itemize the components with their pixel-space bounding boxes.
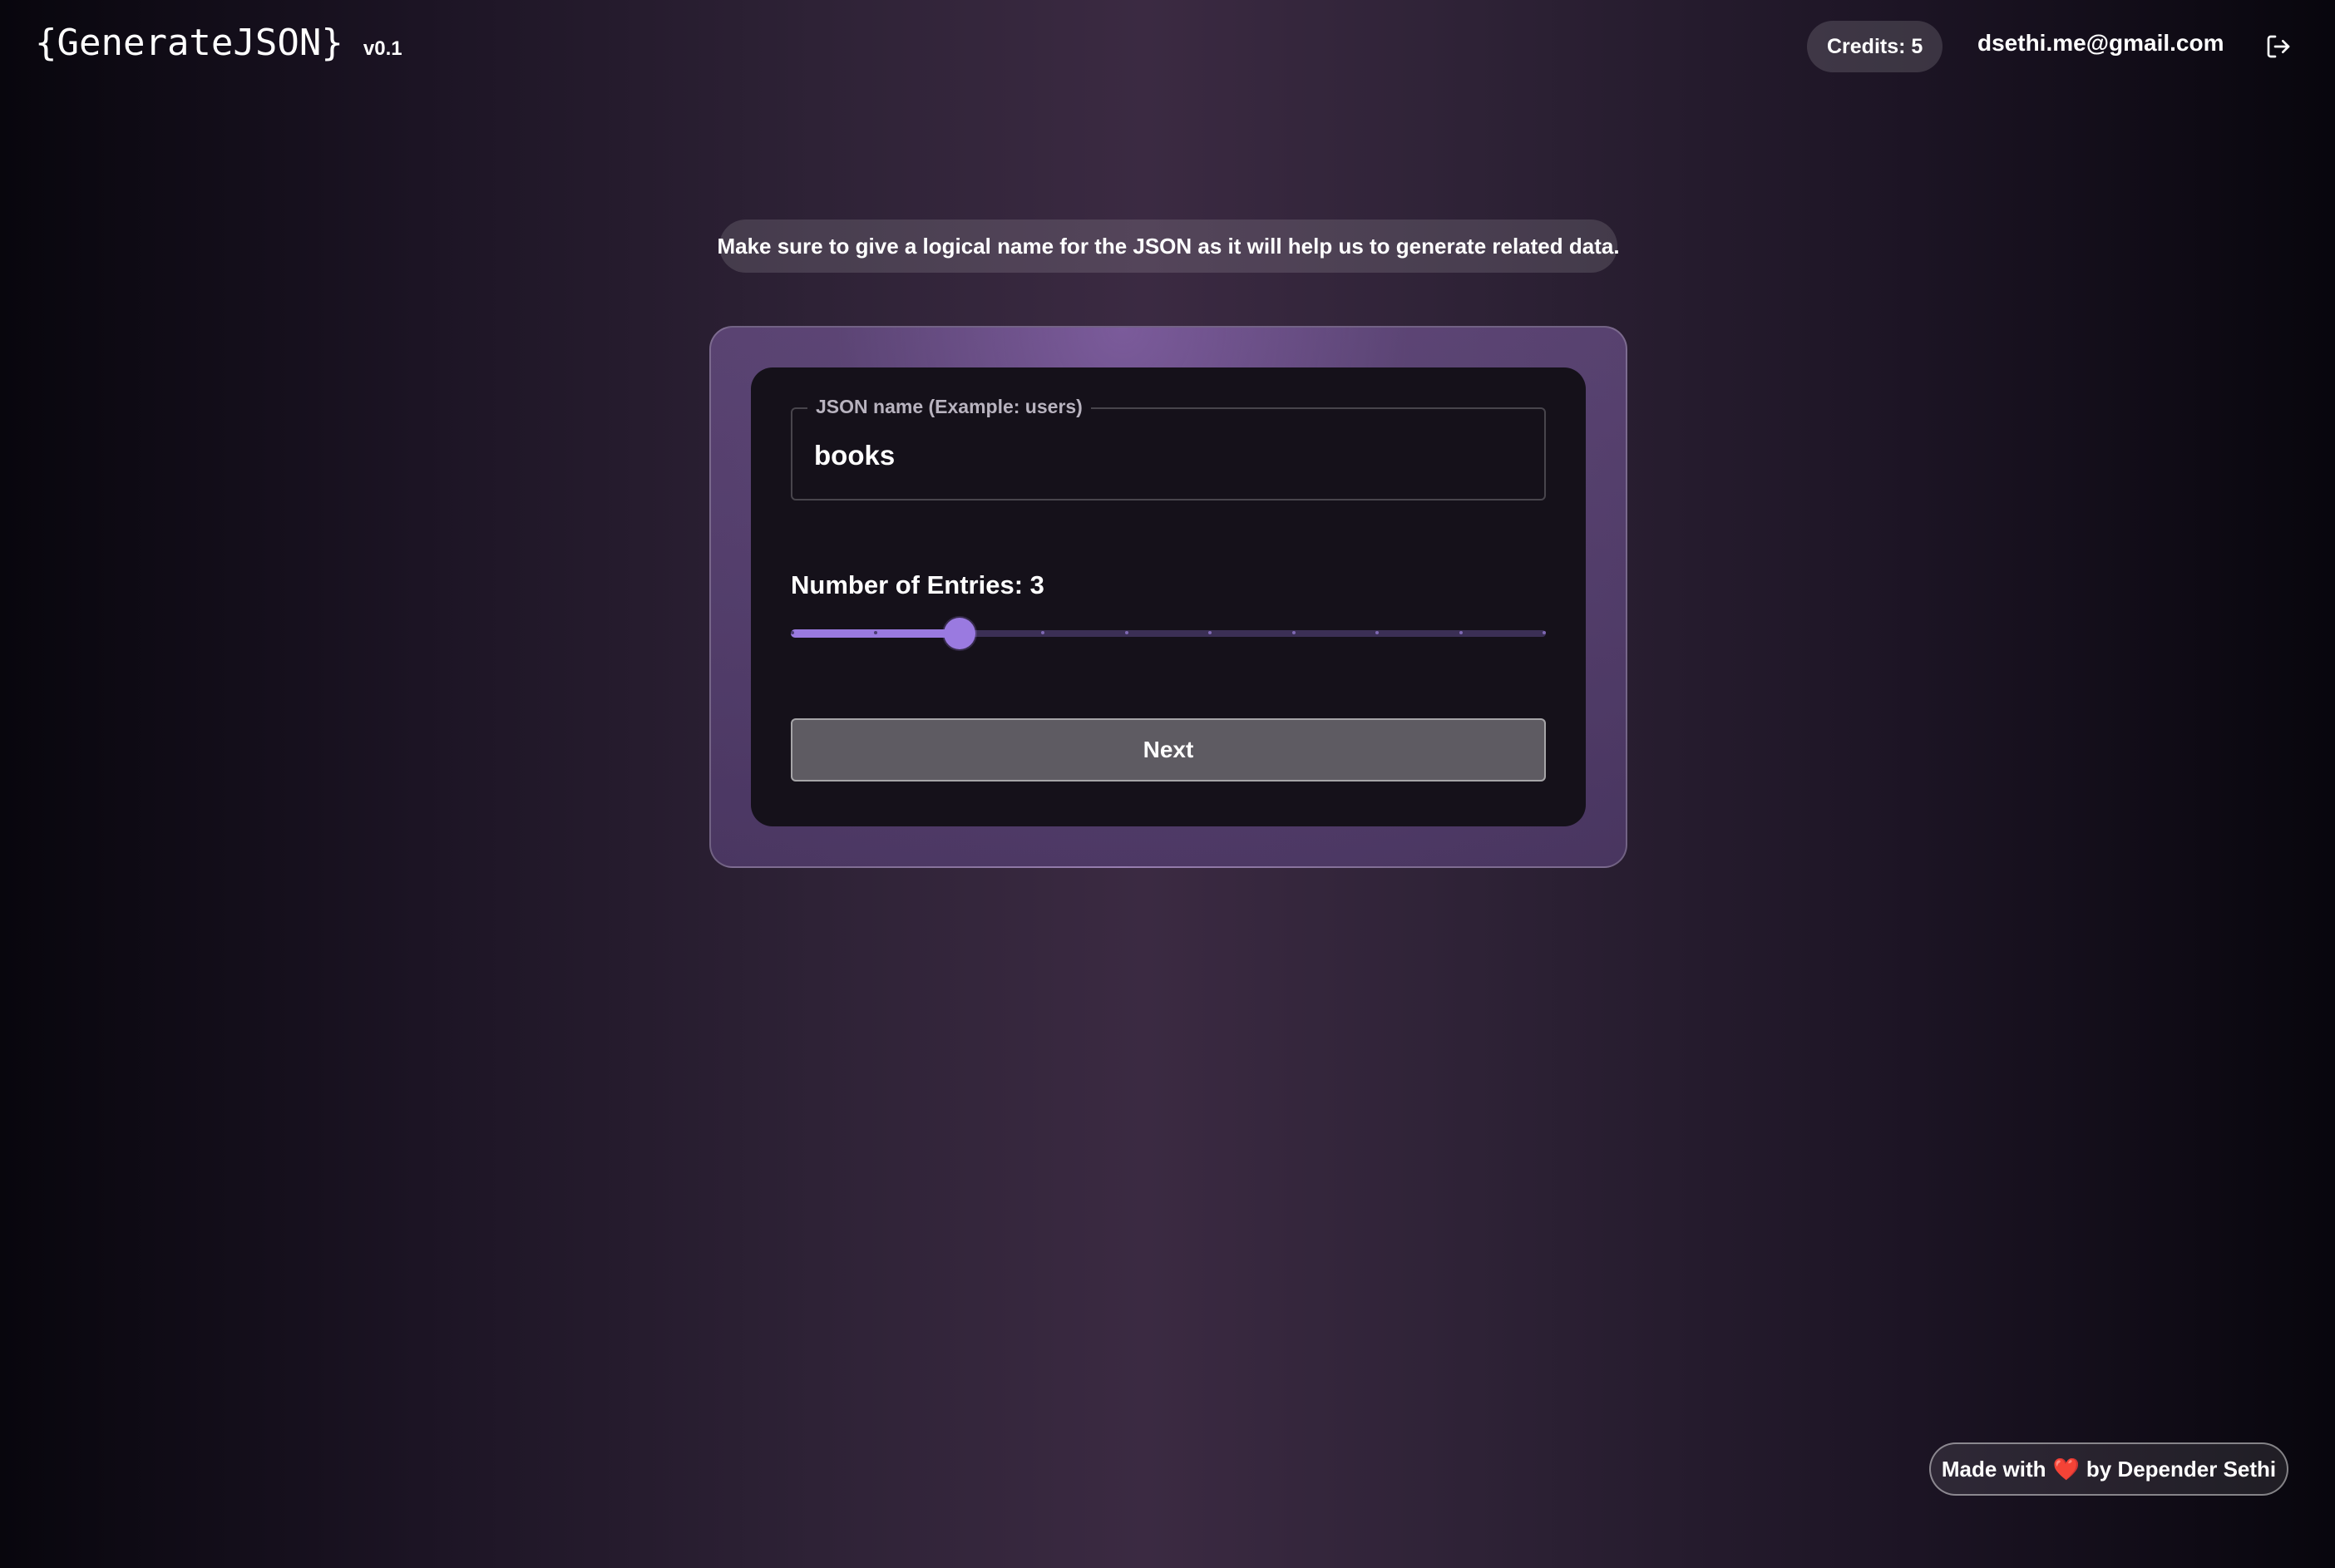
json-name-field[interactable]: JSON name (Example: users) <box>791 396 1546 500</box>
entries-slider[interactable] <box>791 617 1546 650</box>
user-email: dsethi.me@gmail.com <box>1977 30 2224 56</box>
slider-mark <box>1291 631 1296 634</box>
made-with-prefix: Made with <box>1941 1456 2046 1482</box>
made-with-badge[interactable]: Made with ❤️ by Depender Sethi <box>1929 1442 2288 1496</box>
made-with-suffix: by Depender Sethi <box>2086 1456 2277 1482</box>
form-panel: JSON name (Example: users) Number of Ent… <box>751 367 1586 826</box>
slider-thumb[interactable] <box>943 618 975 649</box>
brand: {GenerateJSON} v0.1 <box>35 22 402 64</box>
slider-mark <box>1124 631 1128 634</box>
form-card: JSON name (Example: users) Number of Ent… <box>709 326 1627 868</box>
app-title: {GenerateJSON} <box>35 22 343 64</box>
app-version: v0.1 <box>363 37 402 60</box>
slider-mark <box>1459 631 1463 634</box>
next-button[interactable]: Next <box>791 718 1546 782</box>
heart-icon: ❤️ <box>2052 1456 2080 1482</box>
logout-button[interactable] <box>2260 30 2297 63</box>
entries-label: Number of Entries: 3 <box>791 570 1044 599</box>
json-name-input[interactable] <box>814 434 1521 477</box>
json-name-label: JSON name (Example: users) <box>807 396 1091 418</box>
slider-mark <box>791 631 794 634</box>
credits-badge: Credits: 5 <box>1807 21 1943 72</box>
slider-mark <box>1543 631 1546 634</box>
hint-message: Make sure to give a logical name for the… <box>717 219 1620 273</box>
logout-icon <box>2267 35 2290 58</box>
app-header: {GenerateJSON} v0.1 Credits: 5 dsethi.me… <box>0 0 2335 93</box>
